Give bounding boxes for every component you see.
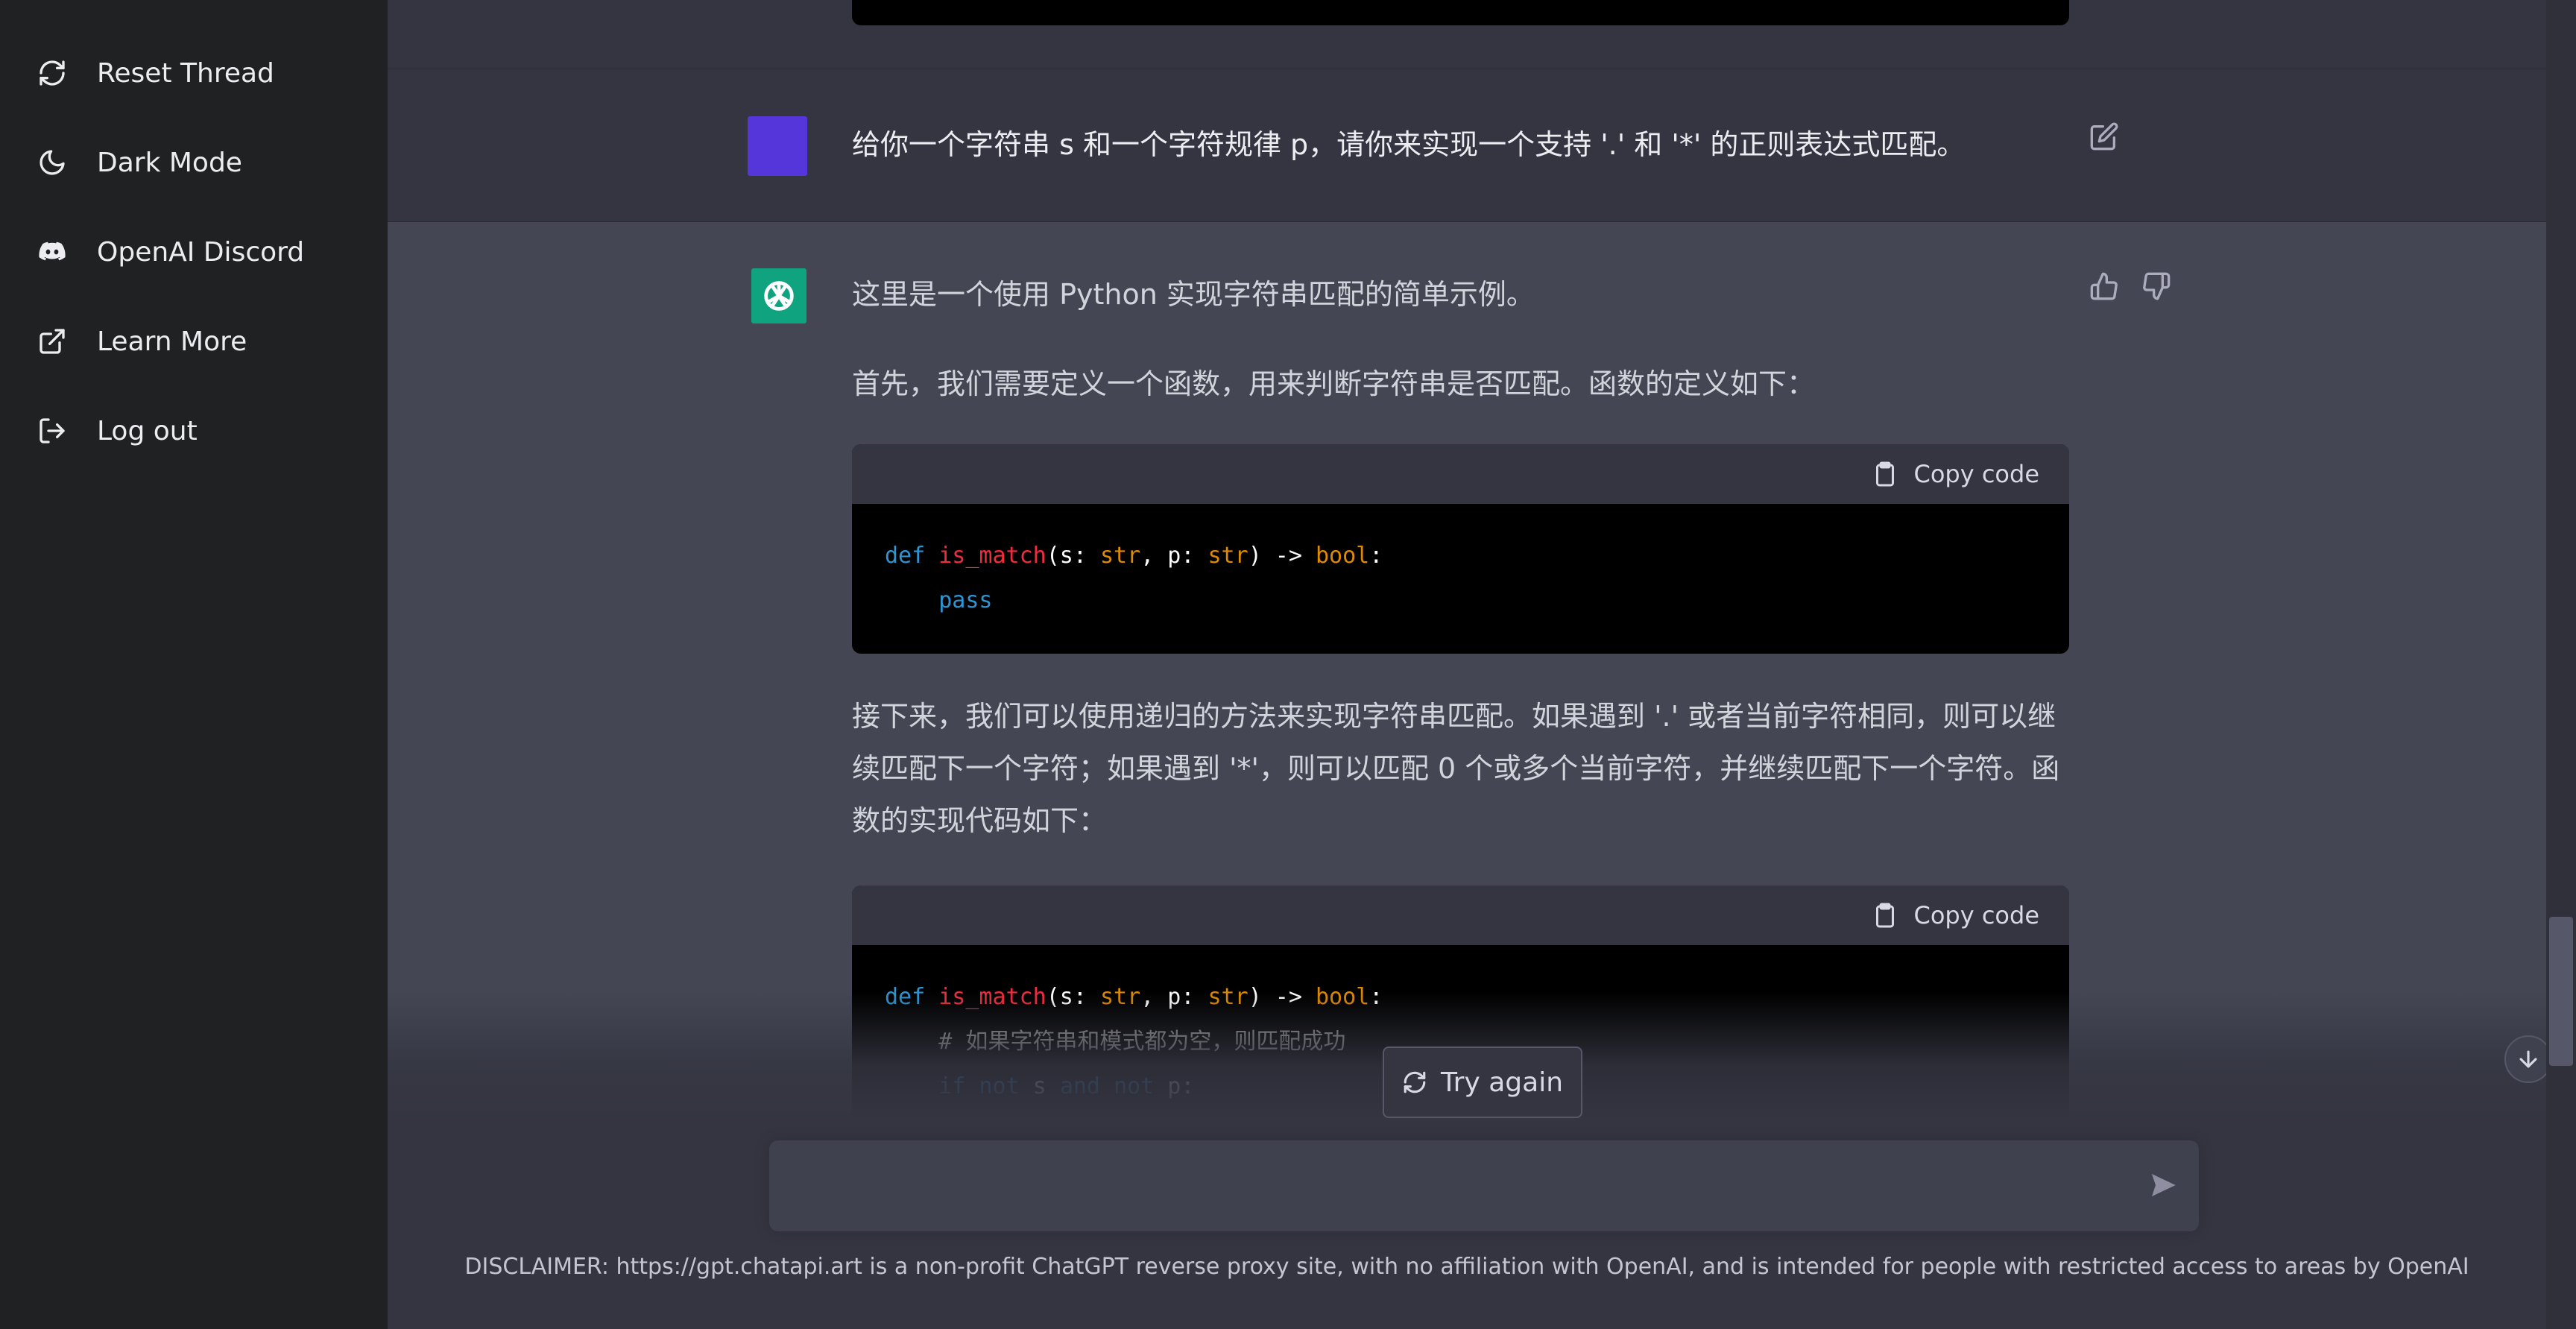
message-input[interactable] [792,1163,2103,1208]
external-link-icon [36,325,69,358]
message-input-container [769,1140,2199,1231]
code-block-header: Copy code [852,886,2069,945]
previous-code-block [852,0,2069,25]
user-message-row: 给你一个字符串 s 和一个字符规律 p，请你来实现一个支持 '.' 和 '*' … [388,69,2546,222]
refresh-icon [36,57,69,89]
sidebar-item-learn-more[interactable]: Learn More [0,297,388,386]
send-icon[interactable] [2148,1170,2181,1203]
sidebar-item-label: OpenAI Discord [97,236,305,268]
assistant-paragraph: 接下来，我们可以使用递归的方法来实现字符串匹配。如果遇到 '.' 或者当前字符相… [852,700,2060,837]
clipboard-icon [1876,461,1895,487]
openai-logo-icon [751,268,806,323]
sidebar-item-label: Dark Mode [97,147,242,178]
edit-icon[interactable] [2089,121,2122,154]
sidebar-item-label: Learn More [97,326,247,357]
user-avatar [748,116,807,176]
discord-icon [36,236,69,268]
thumbs-down-icon[interactable] [2141,271,2174,304]
moon-icon [36,146,69,179]
sidebar-item-openai-discord[interactable]: OpenAI Discord [0,207,388,297]
scroll-to-bottom-button[interactable] [2504,1035,2546,1083]
user-message-text: 给你一个字符串 s 和一个字符规律 p，请你来实现一个支持 '.' 和 '*' … [852,128,1966,161]
code-text: def is_match(s: str, p: str) -> bool: pa… [885,543,1383,613]
try-again-button[interactable]: Try again [1383,1047,1582,1118]
code-block: Copy code def is_match(s: str, p: str) -… [852,444,2069,654]
code-block: Copy code def is_match(s: str, p: str) -… [852,886,2069,1184]
scrollbar[interactable] [2546,0,2576,1329]
copy-code-button[interactable]: Copy code [1872,901,2039,929]
refresh-icon [1404,1071,1426,1093]
copy-code-label: Copy code [1913,901,2039,929]
scrollbar-thumb[interactable] [2549,917,2573,1066]
copy-code-label: Copy code [1913,460,2039,488]
try-again-label: Try again [1440,1067,1564,1098]
chat-main: 给你一个字符串 s 和一个字符规律 p，请你来实现一个支持 '.' 和 '*' … [388,0,2546,1329]
assistant-paragraph: 首先，我们需要定义一个函数，用来判断字符串是否匹配。函数的定义如下： [852,367,1816,400]
sidebar-item-label: Log out [97,415,198,446]
code-block-header: Copy code [852,444,2069,504]
copy-code-button[interactable]: Copy code [1872,460,2039,488]
sidebar-item-dark-mode[interactable]: Dark Mode [0,118,388,207]
logout-icon [36,414,69,447]
sidebar-item-reset-thread[interactable]: Reset Thread [0,28,388,118]
sidebar: Reset Thread Dark Mode OpenAI Discord Le… [0,0,388,1329]
sidebar-item-log-out[interactable]: Log out [0,386,388,476]
thumbs-up-icon[interactable] [2089,271,2122,304]
arrow-down-icon [2519,1050,2537,1068]
sidebar-item-label: Reset Thread [97,57,274,89]
assistant-paragraph: 这里是一个使用 Python 实现字符串匹配的简单示例。 [852,278,1535,311]
disclaimer-text: DISCLAIMER: https://gpt.chatapi.art is a… [464,1254,2469,1280]
clipboard-icon [1876,903,1895,928]
